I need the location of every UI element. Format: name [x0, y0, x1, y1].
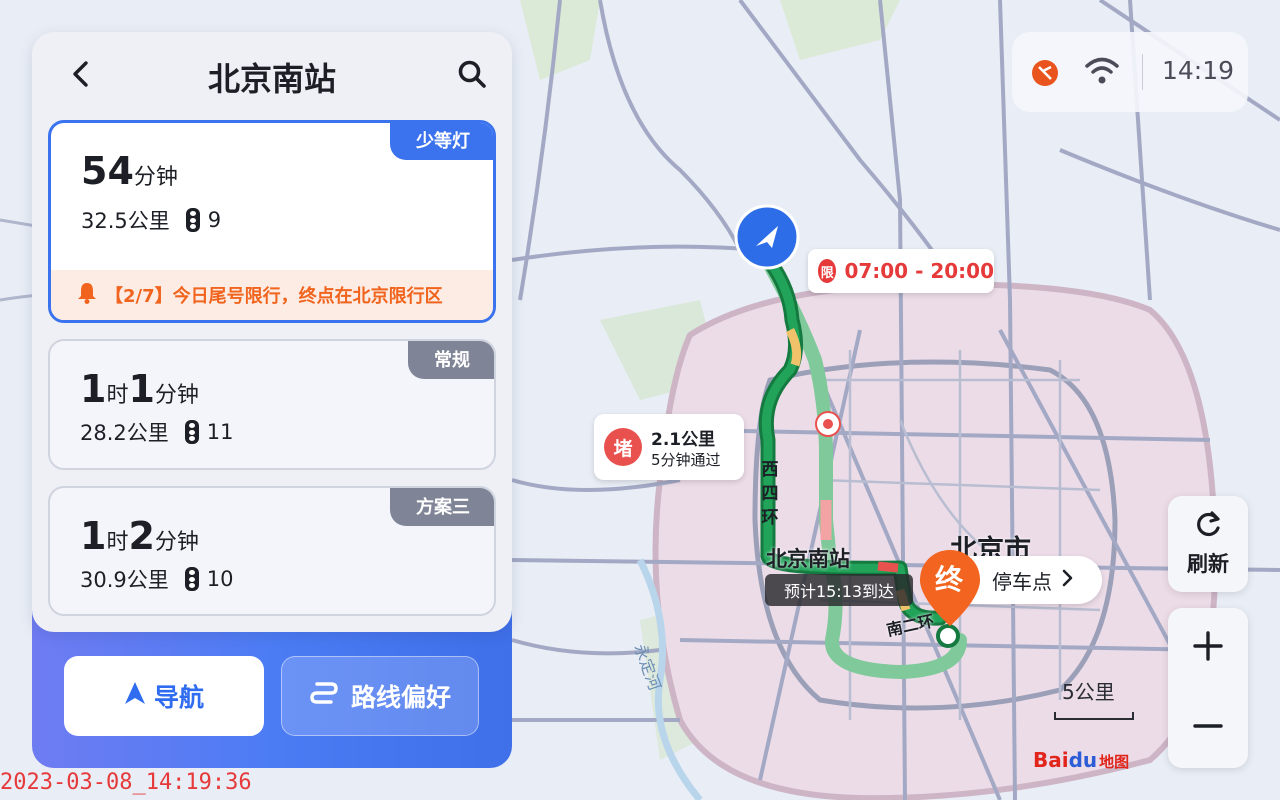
route-preference-icon: [309, 679, 339, 713]
bell-icon: [77, 282, 97, 309]
page-title: 北京南站: [207, 60, 336, 98]
navigate-label: 导航: [153, 683, 204, 712]
refresh-button[interactable]: 刷新: [1168, 496, 1248, 592]
zoom-out-button[interactable]: [1168, 688, 1248, 768]
search-button[interactable]: [452, 56, 492, 96]
restriction-badge: 限: [818, 259, 837, 283]
station-label: 北京南站: [766, 547, 850, 571]
route-option-3[interactable]: 方案三 1时2分钟 30.9公里 10: [48, 486, 496, 616]
route-distance: 28.2公里 11: [80, 420, 234, 445]
notification-icon: [1030, 58, 1060, 92]
traffic-light-count: 10: [206, 567, 234, 591]
route-tag: 少等灯: [390, 123, 493, 160]
chevron-right-icon: [1062, 568, 1074, 592]
road-label-west-4th-ring: 西四环: [761, 460, 779, 528]
status-bar: 14:19: [1012, 32, 1248, 112]
refresh-label: 刷新: [1187, 552, 1229, 576]
search-icon: [457, 59, 487, 93]
zoom-controls: [1168, 608, 1248, 768]
congestion-distance: 2.1公里: [651, 430, 716, 450]
route-distance: 30.9公里 10: [80, 567, 234, 592]
parking-label: 停车点: [992, 569, 1052, 594]
traffic-light-count: 11: [206, 420, 234, 444]
traffic-light-icon: [184, 420, 199, 444]
route-duration: 1时2分钟: [80, 514, 199, 558]
route-preference-button[interactable]: 路线偏好: [281, 656, 479, 736]
status-divider: [1142, 54, 1143, 90]
route-tag: 方案三: [390, 488, 494, 526]
route-option-1[interactable]: 少等灯 54分钟 32.5公里 9 【2/7】今日尾号限行，终点在北京限行区: [48, 120, 496, 323]
traffic-light-count: 9: [207, 208, 222, 232]
clock: 14:19: [1162, 56, 1235, 85]
route-tag: 常规: [408, 341, 494, 379]
minus-icon: [1192, 710, 1224, 746]
scale-bar: [1054, 712, 1134, 720]
refresh-icon: [1193, 510, 1223, 544]
screenshot-timestamp: 2023-03-08_14:19:36: [0, 770, 252, 795]
traffic-light-icon: [184, 567, 199, 591]
route-distance: 32.5公里 9: [81, 208, 222, 233]
congestion-badge: 堵: [604, 428, 642, 466]
zoom-in-button[interactable]: [1168, 608, 1248, 688]
destination-label: 终: [934, 563, 963, 596]
current-location-marker: [734, 204, 800, 270]
restriction-hours: 07:00 - 20:00: [844, 259, 994, 283]
plus-icon: [1192, 630, 1224, 666]
navigation-arrow-icon: [124, 681, 146, 711]
destination-pin-icon[interactable]: 终: [918, 548, 982, 628]
congestion-callout[interactable]: 堵 2.1公里 5分钟通过: [594, 414, 744, 480]
congestion-time: 5分钟通过: [651, 451, 721, 469]
scale-label: 5公里: [1062, 680, 1115, 704]
panel-header: 北京南站: [32, 32, 512, 120]
map-scale: 5公里: [1050, 676, 1136, 724]
restriction-callout[interactable]: 限 07:00 - 20:00: [808, 249, 994, 293]
baidu-map-logo: Bai du 地图: [1033, 748, 1130, 772]
route-duration: 54分钟: [81, 149, 178, 193]
eta-label: 预计15:13到达: [765, 574, 913, 606]
route-panel: 北京南站 少等灯 54分钟 32.5公里 9 【2/7】今日尾号限行，终点在北京…: [32, 32, 512, 632]
route-duration: 1时1分钟: [80, 367, 199, 411]
wifi-icon: [1084, 56, 1120, 90]
navigate-button[interactable]: 导航: [64, 656, 264, 736]
route-option-2[interactable]: 常规 1时1分钟 28.2公里 11: [48, 339, 496, 470]
route-preference-label: 路线偏好: [350, 683, 451, 712]
traffic-light-icon: [185, 208, 200, 232]
restriction-warning-text: 【2/7】今日尾号限行，终点在北京限行区: [105, 286, 443, 307]
restriction-warning[interactable]: 【2/7】今日尾号限行，终点在北京限行区: [51, 270, 493, 320]
